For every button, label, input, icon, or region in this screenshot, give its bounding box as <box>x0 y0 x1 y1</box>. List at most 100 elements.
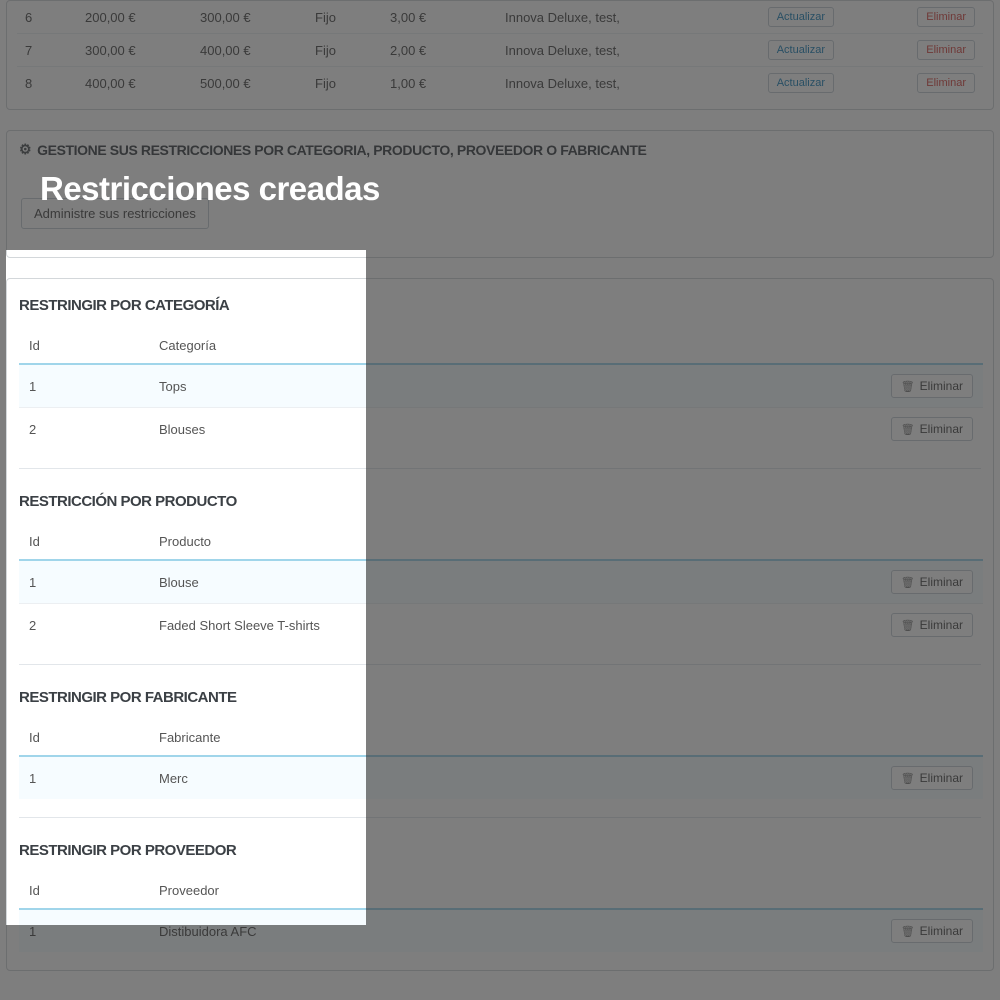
delete-button[interactable]: Eliminar <box>917 7 975 27</box>
divider <box>19 468 981 469</box>
delete-button-label: Eliminar <box>920 575 963 589</box>
rules-panel: 6200,00 €300,00 €Fijo3,00 €Innova Deluxe… <box>6 0 994 110</box>
table-row: 1Merc Eliminar <box>19 756 983 799</box>
col-update: Actualizar <box>712 1 842 34</box>
section-title-manufacturer: RESTRINGIR POR FABRICANTE <box>7 671 993 716</box>
delete-button-label: Eliminar <box>920 618 963 632</box>
col-from: 400,00 € <box>77 67 192 100</box>
delete-button-label: Eliminar <box>920 422 963 436</box>
cell-action: Eliminar <box>669 909 983 952</box>
delete-button-label: Eliminar <box>920 379 963 393</box>
cell-name: Distibuidora AFC <box>149 909 669 952</box>
col-manufacturers: Innova Deluxe, test, <box>497 67 712 100</box>
col-delete: Eliminar <box>842 67 983 100</box>
cell-id: 1 <box>19 909 149 952</box>
cell-action: Eliminar <box>669 364 983 408</box>
cell-name: Tops <box>149 364 669 408</box>
col-update: Actualizar <box>712 67 842 100</box>
delete-button[interactable]: Eliminar <box>891 570 973 594</box>
col-type: Fijo <box>307 1 382 34</box>
overlay-title: Restricciones creadas <box>40 170 380 208</box>
cell-name: Faded Short Sleeve T-shirts <box>149 604 669 647</box>
delete-button[interactable]: Eliminar <box>917 40 975 60</box>
col-to: 300,00 € <box>192 1 307 34</box>
col-manufacturers: Innova Deluxe, test, <box>497 1 712 34</box>
cell-name: Blouse <box>149 560 669 604</box>
col-value: 2,00 € <box>382 34 497 67</box>
product-table: Id Producto 1BlouseEliminar2Faded Short … <box>19 524 983 646</box>
trash-icon <box>901 575 915 589</box>
cell-action: Eliminar <box>669 560 983 604</box>
col-from: 300,00 € <box>77 34 192 67</box>
cell-action: Eliminar <box>669 604 983 647</box>
col-to: 400,00 € <box>192 34 307 67</box>
product-name-header: Producto <box>149 524 669 560</box>
trash-icon <box>901 924 915 938</box>
col-update: Actualizar <box>712 34 842 67</box>
supplier-name-header: Proveedor <box>149 873 669 909</box>
update-button[interactable]: Actualizar <box>768 73 834 93</box>
supplier-id-header: Id <box>19 873 149 909</box>
divider <box>19 664 981 665</box>
cell-id: 2 <box>19 408 149 451</box>
col-value: 1,00 € <box>382 67 497 100</box>
table-row: 6200,00 €300,00 €Fijo3,00 €Innova Deluxe… <box>17 1 983 34</box>
col-delete: Eliminar <box>842 34 983 67</box>
cell-action: Eliminar <box>669 756 983 799</box>
table-row: 8400,00 €500,00 €Fijo1,00 €Innova Deluxe… <box>17 67 983 100</box>
table-row: 2Blouses Eliminar <box>19 408 983 451</box>
delete-button[interactable]: Eliminar <box>891 374 973 398</box>
manufacturer-table: Id Fabricante 1Merc Eliminar <box>19 720 983 799</box>
update-button[interactable]: Actualizar <box>768 40 834 60</box>
table-row: 1Blouse Eliminar <box>19 560 983 604</box>
category-table: Id Categoría 1Tops Eliminar 2Blouses Elimin… <box>19 328 983 450</box>
manufacturer-id-header: Id <box>19 720 149 756</box>
delete-button-label: Eliminar <box>920 771 963 785</box>
col-index: 7 <box>17 34 77 67</box>
manage-restrictions-button-label: Administre sus restricciones <box>34 206 196 221</box>
col-delete: Eliminar <box>842 1 983 34</box>
table-row: 1Tops Eliminar <box>19 364 983 408</box>
cell-name: Blouses <box>149 408 669 451</box>
supplier-table: Id Proveedor 1Distibuidora AFC Eliminar <box>19 873 983 952</box>
col-from: 200,00 € <box>77 1 192 34</box>
rules-table: 6200,00 €300,00 €Fijo3,00 €Innova Deluxe… <box>17 1 983 99</box>
delete-button[interactable]: Eliminar <box>917 73 975 93</box>
cell-id: 1 <box>19 560 149 604</box>
delete-button[interactable]: Eliminar <box>891 919 973 943</box>
cell-action: Eliminar <box>669 408 983 451</box>
manage-panel-heading-text: GESTIONE SUS RESTRICCIONES POR CATEGORIA… <box>37 142 646 158</box>
cell-id: 1 <box>19 364 149 408</box>
col-type: Fijo <box>307 67 382 100</box>
restrictions-list-panel: RESTRINGIR POR CATEGORÍA Id Categoría 1T… <box>6 278 994 971</box>
section-title-product: RESTRICCIÓN POR PRODUCTO <box>7 475 993 520</box>
trash-icon <box>901 422 915 436</box>
cell-name: Merc <box>149 756 669 799</box>
table-row: 1Distibuidora AFC Eliminar <box>19 909 983 952</box>
table-row: 7300,00 €400,00 €Fijo2,00 €Innova Deluxe… <box>17 34 983 67</box>
col-index: 8 <box>17 67 77 100</box>
cell-id: 1 <box>19 756 149 799</box>
cell-id: 2 <box>19 604 149 647</box>
table-row: 2Faded Short Sleeve T-shirts Eliminar <box>19 604 983 647</box>
col-to: 500,00 € <box>192 67 307 100</box>
manage-panel-heading: GESTIONE SUS RESTRICCIONES POR CATEGORIA… <box>7 131 993 168</box>
category-name-header: Categoría <box>149 328 669 364</box>
trash-icon <box>901 618 915 632</box>
delete-button[interactable]: Eliminar <box>891 417 973 441</box>
delete-button[interactable]: Eliminar <box>891 613 973 637</box>
col-manufacturers: Innova Deluxe, test, <box>497 34 712 67</box>
delete-button-label: Eliminar <box>920 924 963 938</box>
section-title-category: RESTRINGIR POR CATEGORÍA <box>7 279 993 324</box>
trash-icon <box>901 379 915 393</box>
product-id-header: Id <box>19 524 149 560</box>
update-button[interactable]: Actualizar <box>768 7 834 27</box>
section-title-supplier: RESTRINGIR POR PROVEEDOR <box>7 824 993 869</box>
trash-icon <box>901 771 915 785</box>
delete-button[interactable]: Eliminar <box>891 766 973 790</box>
col-type: Fijo <box>307 34 382 67</box>
col-value: 3,00 € <box>382 1 497 34</box>
category-id-header: Id <box>19 328 149 364</box>
manufacturer-name-header: Fabricante <box>149 720 669 756</box>
gears-icon <box>19 141 31 158</box>
